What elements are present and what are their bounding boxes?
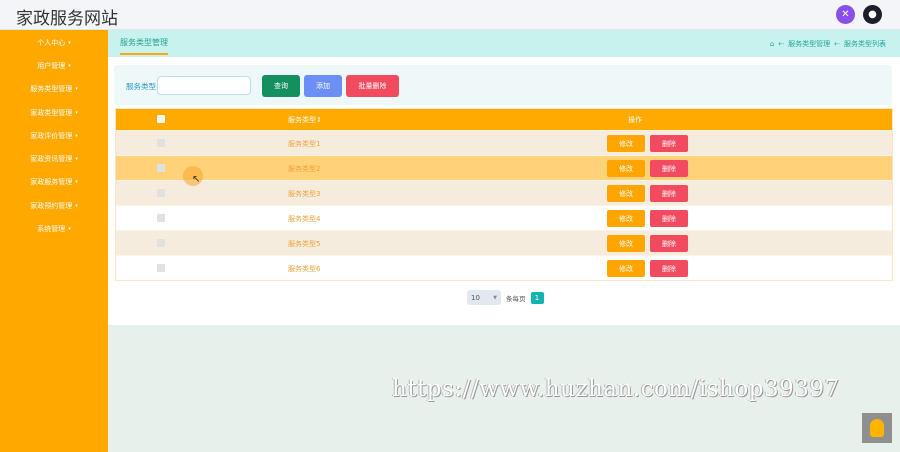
sort-icon[interactable]: ⇕ <box>316 116 322 124</box>
sidebar-item-label: 服务类型管理 <box>30 85 73 94</box>
rocket-icon <box>870 419 884 437</box>
edit-button[interactable]: 修改 <box>607 235 645 252</box>
theme-switch-icon[interactable]: ✕ <box>836 5 855 24</box>
sidebar-item-service-types[interactable]: 服务类型管理 ▾ <box>0 78 108 101</box>
row-checkbox[interactable] <box>157 164 165 172</box>
search-input[interactable] <box>157 76 251 95</box>
edit-button[interactable]: 修改 <box>607 160 645 177</box>
add-button[interactable]: 添加 <box>304 75 342 97</box>
row-checkbox[interactable] <box>157 264 165 272</box>
service-type-name: 服务类型4 <box>288 215 321 223</box>
breadcrumb-arrow-icon: ⇠ <box>834 40 840 48</box>
edit-button[interactable]: 修改 <box>607 260 645 277</box>
table-row: 服务类型5 修改 删除 <box>116 230 892 255</box>
page-size-value: 10 <box>471 293 480 302</box>
sidebar-item-services[interactable]: 家政服务管理 ▾ <box>0 171 108 194</box>
row-checkbox[interactable] <box>157 189 165 197</box>
service-type-name: 服务类型6 <box>288 265 321 273</box>
pagination: 10 ▼ 条每页 1 <box>467 290 544 305</box>
chevron-down-icon: ▾ <box>75 179 78 186</box>
search-label: 服务类型 <box>126 82 156 91</box>
top-header: 家政服务网站 ✕ ● <box>0 0 900 30</box>
edit-button[interactable]: 修改 <box>607 185 645 202</box>
query-button[interactable]: 查询 <box>262 75 300 97</box>
sidebar-item-label: 个人中心 <box>37 38 66 47</box>
breadcrumb-item[interactable]: 服务类型管理 <box>788 39 830 49</box>
chevron-down-icon: ▼ <box>493 294 497 301</box>
table-row: 服务类型4 修改 删除 <box>116 205 892 230</box>
sidebar-item-reviews[interactable]: 家政评价管理 ▾ <box>0 124 108 147</box>
delete-button[interactable]: 删除 <box>650 210 688 227</box>
chevron-down-icon: ▾ <box>75 202 78 209</box>
row-checkbox[interactable] <box>157 139 165 147</box>
table-row: 服务类型3 修改 删除 <box>116 180 892 205</box>
sidebar-item-label: 系统管理 <box>37 225 66 234</box>
service-type-name: 服务类型5 <box>288 240 321 248</box>
home-icon[interactable]: ⌂ <box>770 40 774 48</box>
breadcrumb-arrow-icon: ⇠ <box>778 40 785 48</box>
user-avatar-icon[interactable]: ● <box>863 5 882 24</box>
delete-button[interactable]: 删除 <box>650 185 688 202</box>
column-header-name[interactable]: 服务类型⇕ <box>288 115 322 125</box>
tab-bar: 服务类型管理 ⌂ ⇠ 服务类型管理 ⇠ 服务类型列表 <box>108 30 900 57</box>
chevron-down-icon: ▾ <box>75 156 78 163</box>
site-title: 家政服务网站 <box>16 9 118 29</box>
table-header: 服务类型⇕ 操作 <box>116 109 892 130</box>
sidebar: 个人中心 ▾ 用户管理 ▾ 服务类型管理 ▾ 家政类型管理 ▾ 家政评价管理 ▾ 家政资讯… <box>0 30 108 452</box>
sidebar-item-personal-center[interactable]: 个人中心 ▾ <box>0 31 108 54</box>
back-to-top-button[interactable] <box>862 413 892 443</box>
breadcrumb-item: 服务类型列表 <box>844 40 886 48</box>
row-checkbox[interactable] <box>157 214 165 222</box>
edit-button[interactable]: 修改 <box>607 135 645 152</box>
table-row: 服务类型2 修改 删除 <box>116 155 892 180</box>
delete-button[interactable]: 删除 <box>650 235 688 252</box>
sidebar-item-news[interactable]: 家政资讯管理 ▾ <box>0 147 108 170</box>
service-type-name: 服务类型2 <box>288 165 321 173</box>
chevron-down-icon: ▾ <box>68 226 71 233</box>
service-type-name: 服务类型3 <box>288 190 321 198</box>
row-checkbox[interactable] <box>157 239 165 247</box>
sidebar-item-label: 家政预约管理 <box>30 201 73 210</box>
breadcrumb: ⌂ ⇠ 服务类型管理 ⇠ 服务类型列表 <box>770 39 886 49</box>
column-header-label: 服务类型 <box>288 116 316 124</box>
cursor-icon: ↖ <box>192 174 201 185</box>
sidebar-item-label: 家政评价管理 <box>30 131 73 140</box>
service-type-name: 服务类型1 <box>288 140 321 148</box>
edit-button[interactable]: 修改 <box>607 210 645 227</box>
sidebar-item-users[interactable]: 用户管理 ▾ <box>0 54 108 77</box>
sidebar-item-label: 家政资讯管理 <box>30 155 73 164</box>
chevron-down-icon: ▾ <box>75 86 78 93</box>
chevron-down-icon: ▾ <box>68 39 71 46</box>
sidebar-item-label: 用户管理 <box>37 61 66 70</box>
sidebar-item-label: 家政类型管理 <box>30 108 73 117</box>
chevron-down-icon: ▾ <box>75 132 78 139</box>
sidebar-item-label: 家政服务管理 <box>30 178 73 187</box>
watermark: https://www.huzhan.com/ishop39397 <box>392 376 840 402</box>
data-table: 服务类型⇕ 操作 服务类型1 修改 删除 服务类型2 修改 删除 服务类型3 修… <box>115 108 893 281</box>
chevron-down-icon: ▾ <box>75 109 78 116</box>
delete-button[interactable]: 删除 <box>650 260 688 277</box>
chevron-down-icon: ▾ <box>68 62 71 69</box>
page-number-current[interactable]: 1 <box>530 291 544 304</box>
delete-button[interactable]: 删除 <box>650 160 688 177</box>
page-size-select[interactable]: 10 ▼ <box>467 290 501 305</box>
sidebar-item-bookings[interactable]: 家政预约管理 ▾ <box>0 194 108 217</box>
page-size-label: 条每页 <box>506 294 526 303</box>
select-all-checkbox[interactable] <box>157 115 165 123</box>
table-row: 服务类型6 修改 删除 <box>116 255 892 280</box>
table-row: 服务类型1 修改 删除 <box>116 130 892 155</box>
batch-delete-button[interactable]: 批量删除 <box>346 75 399 97</box>
sidebar-item-system[interactable]: 系统管理 ▾ <box>0 217 108 240</box>
sidebar-item-housekeeping-types[interactable]: 家政类型管理 ▾ <box>0 101 108 124</box>
delete-button[interactable]: 删除 <box>650 135 688 152</box>
column-header-actions: 操作 <box>628 116 642 124</box>
tab-service-types[interactable]: 服务类型管理 <box>120 37 168 55</box>
